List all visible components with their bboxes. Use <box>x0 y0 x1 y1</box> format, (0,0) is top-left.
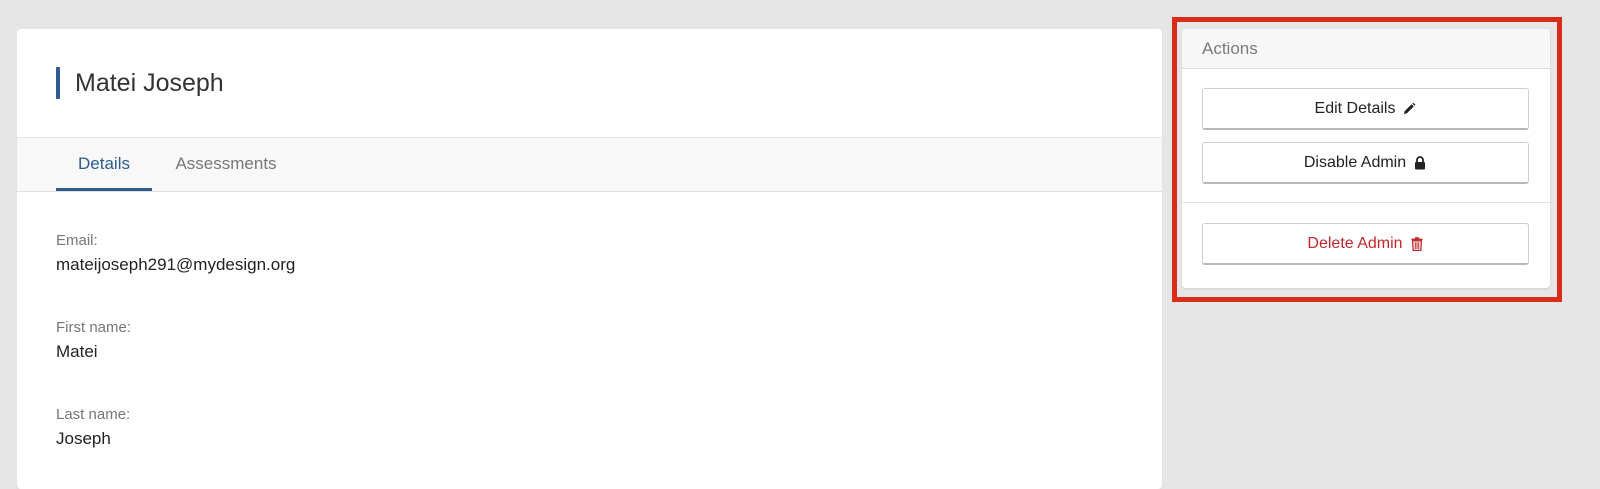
edit-details-button[interactable]: Edit Details <box>1202 88 1529 130</box>
trash-icon <box>1410 236 1424 251</box>
title-accent-bar <box>56 67 60 99</box>
actions-divider <box>1182 202 1550 203</box>
tab-assessments[interactable]: Assessments <box>172 138 280 191</box>
first-name-field: First name: Matei <box>56 319 1162 363</box>
page-title: Matei Joseph <box>75 69 224 97</box>
profile-header: Matei Joseph <box>17 29 1162 138</box>
actions-panel: Actions Edit Details Disable Admin Delet… <box>1182 29 1550 288</box>
disable-admin-button[interactable]: Disable Admin <box>1202 142 1529 184</box>
email-label: Email: <box>56 232 98 249</box>
delete-admin-label: Delete Admin <box>1307 234 1403 252</box>
edit-details-label: Edit Details <box>1314 99 1396 117</box>
email-value: mateijoseph291@mydesign.org <box>56 255 296 274</box>
lock-icon <box>1413 155 1427 170</box>
first-name-value: Matei <box>56 342 98 361</box>
last-name-field: Last name: Joseph <box>56 406 1162 450</box>
profile-card: Matei Joseph Details Assessments Email: … <box>17 29 1162 489</box>
last-name-label: Last name: <box>56 406 131 423</box>
actions-header: Actions <box>1182 29 1550 69</box>
disable-admin-label: Disable Admin <box>1303 153 1407 171</box>
delete-admin-button[interactable]: Delete Admin <box>1202 223 1529 265</box>
last-name-value: Joseph <box>56 429 111 448</box>
pencil-icon <box>1402 102 1416 116</box>
email-field: Email: mateijoseph291@mydesign.org <box>56 232 1162 276</box>
first-name-label: First name: <box>56 319 132 336</box>
tab-details[interactable]: Details <box>56 138 152 191</box>
details-panel: Email: mateijoseph291@mydesign.org First… <box>17 192 1162 450</box>
tab-bar: Details Assessments <box>17 138 1162 192</box>
